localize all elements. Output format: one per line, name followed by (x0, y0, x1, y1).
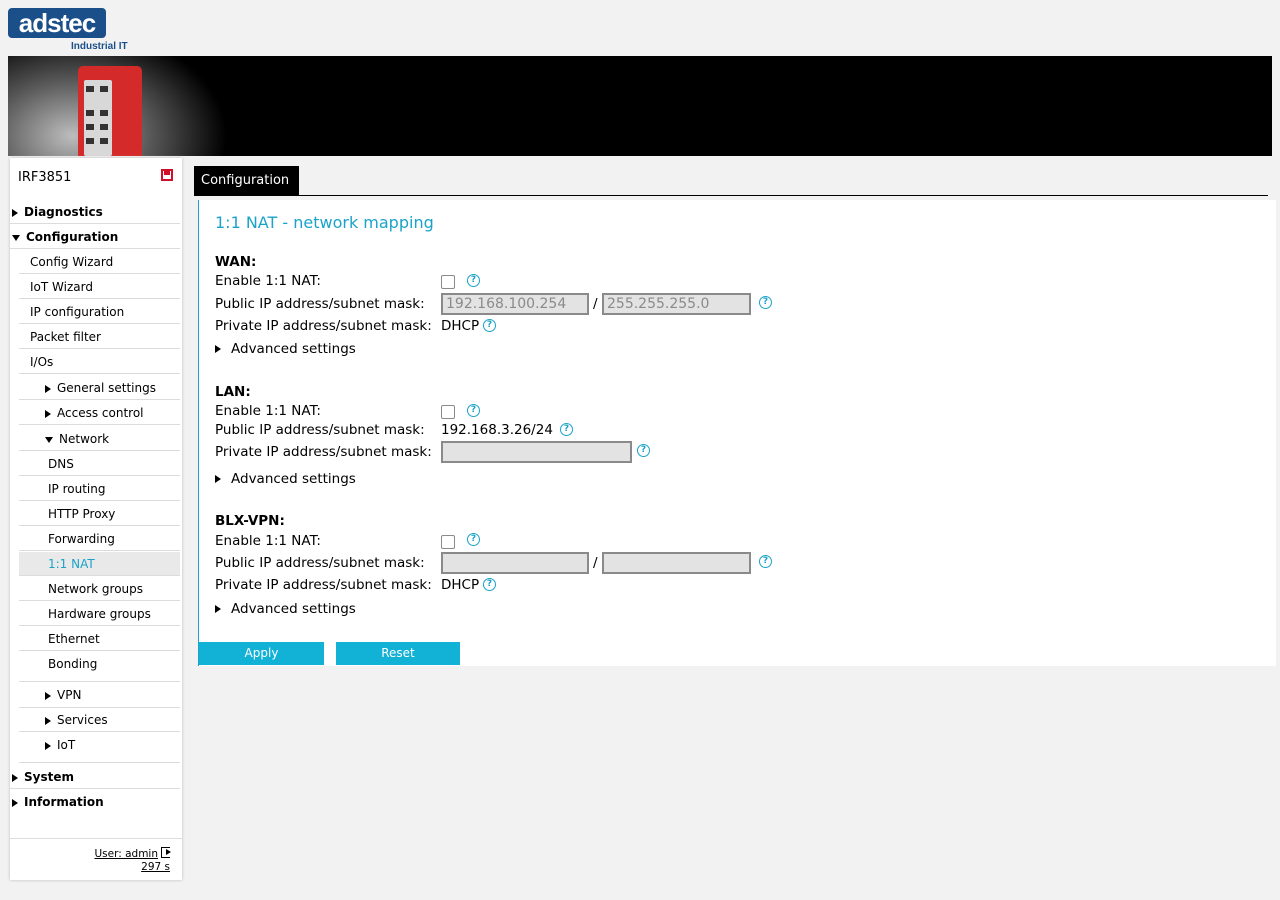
sidebar-item-configuration[interactable]: Configuration (10, 225, 180, 249)
help-icon[interactable]: ? (467, 404, 480, 417)
blx-slash: / (593, 555, 598, 571)
sidebar-item-bonding[interactable]: Bonding (19, 652, 180, 682)
sidebar-item-ip-configuration[interactable]: IP configuration (19, 300, 180, 324)
sidebar-item-network-groups[interactable]: Network groups (19, 577, 180, 601)
tab-underline (194, 195, 1268, 196)
lan-private-label: Private IP address/subnet mask: (215, 444, 432, 460)
sidebar: IRF3851 Diagnostics Configuration Config… (10, 158, 182, 880)
blx-public-label: Public IP address/subnet mask: (215, 555, 425, 571)
apply-button[interactable]: Apply (199, 642, 324, 665)
sidebar-item-general-settings[interactable]: General settings (19, 376, 180, 400)
lan-heading: LAN: (215, 384, 251, 400)
chevron-right-icon (215, 605, 221, 613)
reset-button[interactable]: Reset (336, 642, 460, 665)
sidebar-item-vpn[interactable]: VPN (19, 682, 180, 708)
chevron-right-icon (215, 345, 221, 353)
chevron-right-icon (45, 409, 51, 418)
sidebar-item-system[interactable]: System (10, 765, 180, 789)
sidebar-item-1-1-nat[interactable]: 1:1 NAT (19, 552, 180, 576)
user-logout-link[interactable]: User: admin (94, 847, 171, 860)
blx-advanced-settings[interactable]: Advanced settings (215, 601, 356, 617)
logout-icon (161, 847, 171, 858)
sidebar-item-hardware-groups[interactable]: Hardware groups (19, 602, 180, 626)
sidebar-item-ios[interactable]: I/Os (19, 350, 180, 374)
device-name: IRF3851 (18, 170, 72, 185)
help-icon[interactable]: ? (560, 423, 573, 436)
tab-configuration[interactable]: Configuration (194, 166, 299, 196)
chevron-right-icon (12, 773, 18, 782)
sidebar-item-ethernet[interactable]: Ethernet (19, 627, 180, 651)
chevron-right-icon (45, 384, 51, 393)
page-title: 1:1 NAT - network mapping (215, 213, 434, 232)
chevron-right-icon (45, 716, 51, 725)
lan-enable-label: Enable 1:1 NAT: (215, 403, 321, 419)
save-icon[interactable] (161, 169, 173, 181)
chevron-right-icon (12, 208, 18, 217)
sidebar-item-diagnostics[interactable]: Diagnostics (10, 200, 180, 224)
blx-public-ip-input[interactable] (441, 552, 589, 574)
wan-private-value: DHCP (441, 318, 480, 334)
blx-enable-label: Enable 1:1 NAT: (215, 533, 321, 549)
session-timer: 297 s (141, 861, 170, 873)
content-panel: 1:1 NAT - network mapping WAN: Enable 1:… (198, 200, 1276, 666)
sidebar-item-access-control[interactable]: Access control (19, 401, 180, 425)
wan-public-mask-input[interactable]: 255.255.255.0 (602, 293, 751, 315)
chevron-right-icon (12, 798, 18, 807)
help-icon[interactable]: ? (467, 274, 480, 287)
sidebar-item-information[interactable]: Information (10, 790, 180, 814)
blx-public-mask-input[interactable] (602, 552, 751, 574)
sidebar-item-iot[interactable]: IoT (19, 733, 180, 763)
chevron-right-icon (215, 475, 221, 483)
help-icon[interactable]: ? (759, 555, 772, 568)
wan-slash: / (593, 296, 598, 312)
help-icon[interactable]: ? (483, 319, 496, 332)
sidebar-item-http-proxy[interactable]: HTTP Proxy (19, 502, 180, 526)
blx-enable-checkbox[interactable] (441, 535, 455, 549)
header-banner (8, 56, 1272, 156)
chevron-right-icon (45, 741, 51, 750)
chevron-down-icon (45, 436, 53, 443)
chevron-right-icon (45, 691, 51, 700)
help-icon[interactable]: ? (759, 296, 772, 309)
sidebar-item-network[interactable]: Network (19, 427, 180, 451)
logo-wordmark: adstec (8, 8, 106, 38)
wan-enable-checkbox[interactable] (441, 275, 455, 289)
logo-subtitle: Industrial IT (71, 41, 128, 52)
lan-public-value: 192.168.3.26/24 (441, 422, 553, 438)
help-icon[interactable]: ? (467, 533, 480, 546)
sidebar-footer: User: admin 297 s (10, 838, 182, 881)
wan-public-ip-input[interactable]: 192.168.100.254 (441, 293, 589, 315)
blx-private-label: Private IP address/subnet mask: (215, 577, 432, 593)
wan-advanced-settings[interactable]: Advanced settings (215, 341, 356, 357)
lan-enable-checkbox[interactable] (441, 405, 455, 419)
adstec-logo: adstec Industrial IT (8, 8, 138, 54)
lan-public-label: Public IP address/subnet mask: (215, 422, 425, 438)
lan-advanced-settings[interactable]: Advanced settings (215, 471, 356, 487)
chevron-down-icon (12, 234, 20, 241)
wan-enable-label: Enable 1:1 NAT: (215, 273, 321, 289)
sidebar-item-packet-filter[interactable]: Packet filter (19, 325, 180, 349)
wan-private-label: Private IP address/subnet mask: (215, 318, 432, 334)
wan-heading: WAN: (215, 254, 257, 270)
sidebar-item-dns[interactable]: DNS (19, 452, 180, 476)
sidebar-item-services[interactable]: Services (19, 708, 180, 732)
sidebar-item-forwarding[interactable]: Forwarding (19, 527, 180, 551)
help-icon[interactable]: ? (483, 578, 496, 591)
sidebar-item-ip-routing[interactable]: IP routing (19, 477, 180, 501)
help-icon[interactable]: ? (637, 444, 650, 457)
sidebar-item-config-wizard[interactable]: Config Wizard (19, 250, 180, 274)
router-device-image (78, 66, 142, 156)
lan-private-input[interactable] (441, 441, 632, 463)
wan-public-label: Public IP address/subnet mask: (215, 296, 425, 312)
blx-vpn-heading: BLX-VPN: (215, 513, 285, 529)
blx-private-value: DHCP (441, 577, 480, 593)
sidebar-item-iot-wizard[interactable]: IoT Wizard (19, 275, 180, 299)
